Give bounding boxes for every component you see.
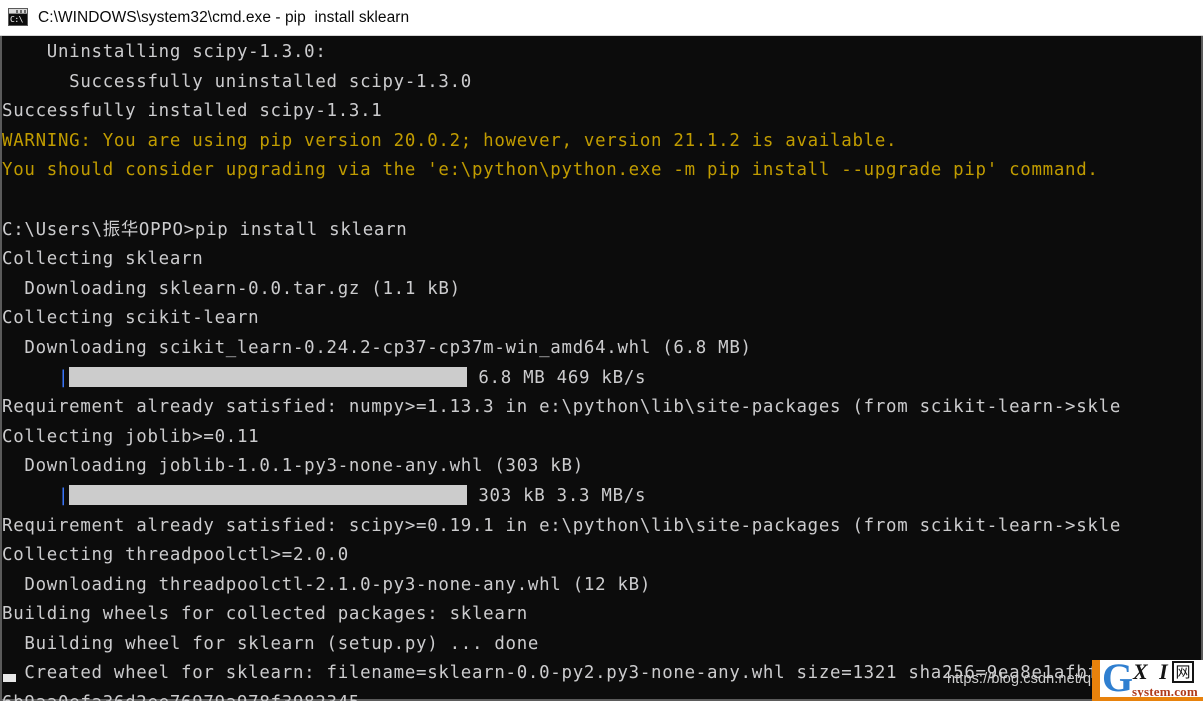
console-line: C:\Users\振华OPPO>pip install sklearn (2, 219, 408, 240)
console-line: Building wheel for sklearn (setup.py) ..… (2, 633, 540, 654)
console-line: Collecting scikit-learn (2, 308, 260, 329)
cmd-icon-text: C:\ (9, 13, 27, 25)
console-line: Collecting joblib>=0.11 (2, 426, 260, 447)
watermark-url: https://blog.csdn.net/q (947, 671, 1092, 687)
console-line: Collecting sklearn (2, 249, 204, 270)
console-line: Successfully installed scipy-1.3.1 (2, 101, 383, 122)
console-line: | 303 kB 3.3 MB/s (0, 482, 1203, 512)
console-line: Building wheels for collected packages: … (2, 604, 528, 625)
console-line: Downloading joblib-1.0.1-py3-none-any.wh… (2, 456, 584, 477)
site-logo: G X I 网 system.com (1100, 660, 1203, 701)
console-line: Downloading threadpoolctl-2.1.0-py3-none… (2, 574, 652, 595)
block-cursor (3, 674, 16, 682)
logo-wang-icon: 网 (1172, 661, 1194, 683)
progress-indent (2, 368, 58, 388)
console-line: | 6.8 MB 469 kB/s (0, 364, 1203, 394)
console-line: Requirement already satisfied: scipy>=0.… (2, 515, 1122, 536)
window-title: C:\WINDOWS\system32\cmd.exe - pip instal… (38, 8, 410, 26)
console-line: 6b9aa0efa36d2ee76979a978f3982345 (0, 689, 1203, 701)
console-line: Downloading scikit_learn-0.24.2-cp37-cp3… (2, 337, 752, 358)
cmd-console-icon: C:\ (7, 7, 29, 28)
title-bar[interactable]: C:\ C:\WINDOWS\system32\cmd.exe - pip in… (0, 0, 1203, 36)
console-line: Successfully uninstalled scipy-1.3.0 (2, 71, 472, 92)
progress-bar-pipe: | (57, 367, 70, 388)
progress-bar-label: 303 kB 3.3 MB/s (467, 485, 647, 506)
logo-letter-g: G (1102, 660, 1134, 700)
progress-bar-fill (69, 366, 468, 387)
progress-bar-fill (69, 484, 468, 505)
console-line-warning: WARNING: You are using pip version 20.0.… (2, 130, 898, 151)
logo-letters-xi: X I (1133, 660, 1171, 684)
console-line-warning: You should consider upgrading via the 'e… (2, 160, 1099, 181)
console-output: Uninstalling scipy-1.3.0: Successfully u… (0, 36, 1203, 701)
progress-indent (2, 486, 58, 506)
cmd-window: C:\ C:\WINDOWS\system32\cmd.exe - pip in… (0, 0, 1203, 701)
console-line: Requirement already satisfied: numpy>=1.… (2, 397, 1122, 418)
console-body[interactable]: Uninstalling scipy-1.3.0: Successfully u… (0, 36, 1203, 701)
logo-bottom-accent (1100, 697, 1203, 701)
progress-bar-pipe: | (57, 485, 70, 506)
console-line: Uninstalling scipy-1.3.0: (2, 42, 327, 62)
console-line: Collecting threadpoolctl>=2.0.0 (2, 545, 349, 566)
progress-bar-label: 6.8 MB 469 kB/s (467, 367, 647, 388)
console-line: Downloading sklearn-0.0.tar.gz (1.1 kB) (2, 278, 461, 299)
